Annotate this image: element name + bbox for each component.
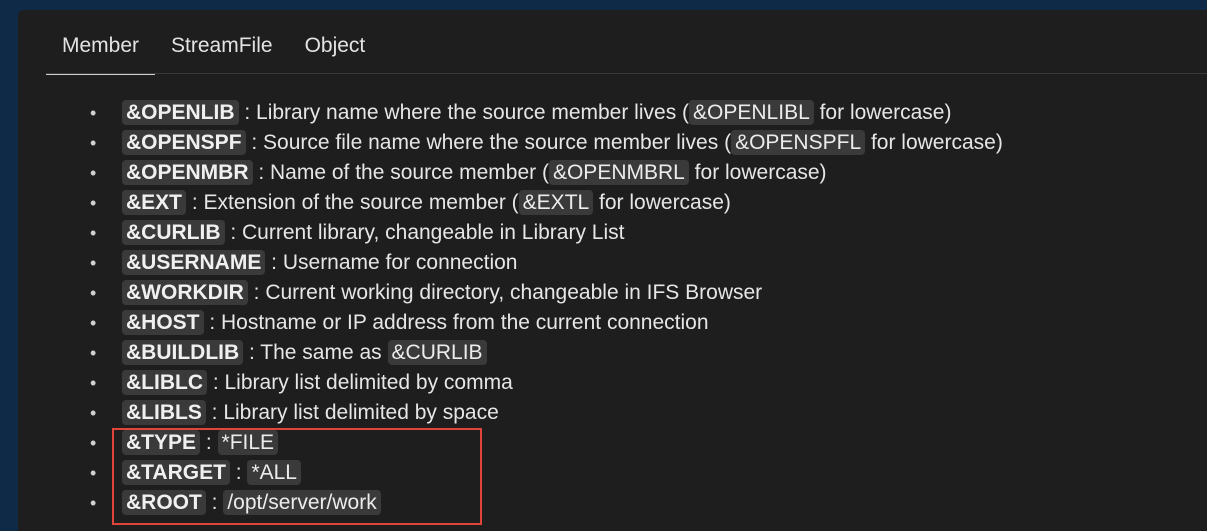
list-item: • &BUILDLIB : The same as &CURLIB	[18, 338, 1003, 368]
variable-description: : Current working directory, changeable …	[247, 281, 763, 304]
variable-description: : Hostname or IP address from the curren…	[203, 311, 709, 334]
variable-name: &WORKDIR	[122, 280, 248, 305]
list-item: • &LIBLC : Library list delimited by comm…	[18, 368, 1003, 398]
list-item: • &TYPE : *FILE	[18, 428, 1003, 458]
variable-description-suffix: for lowercase)	[688, 161, 827, 184]
tab-streamfile[interactable]: StreamFile	[155, 34, 289, 74]
bullet-icon: •	[90, 163, 97, 183]
variable-value: *ALL	[247, 460, 301, 485]
tab-member[interactable]: Member	[46, 34, 156, 75]
variable-value: &OPENSPFL	[731, 130, 866, 155]
variable-description: : Username for connection	[265, 251, 518, 274]
list-item: • &ROOT : /opt/server/work	[18, 488, 1003, 518]
variable-name: &CURLIB	[122, 220, 225, 245]
variable-description-suffix: for lowercase)	[593, 191, 731, 214]
bullet-icon: •	[90, 193, 97, 213]
variable-description: : Library list delimited by comma	[207, 371, 513, 394]
bullet-icon: •	[90, 493, 97, 513]
variable-value: *FILE	[217, 430, 279, 455]
list-item: • &OPENSPF : Source file name where the s…	[18, 128, 1003, 158]
variable-value: &OPENMBRL	[548, 160, 689, 185]
list-item: • &OPENMBR : Name of the source member (&…	[18, 158, 1003, 188]
variable-description: : The same as	[243, 341, 388, 364]
bullet-icon: •	[90, 373, 97, 393]
variable-name: &OPENMBR	[122, 160, 253, 185]
variable-name: &TYPE	[122, 430, 201, 455]
variable-name: &ROOT	[122, 490, 206, 515]
bullet-icon: •	[90, 463, 97, 483]
bullet-icon: •	[90, 343, 97, 363]
variable-value: &CURLIB	[387, 340, 487, 365]
variable-name: &BUILDLIB	[122, 340, 244, 365]
variable-description: : Library list delimited by space	[205, 401, 499, 424]
bullet-icon: •	[90, 253, 97, 273]
bullet-icon: •	[90, 103, 97, 123]
bullet-icon: •	[90, 133, 97, 153]
tab-bar: Member StreamFile Object	[46, 10, 382, 75]
variables-panel: Member StreamFile Object • &OPENLIB : Lib…	[18, 10, 1207, 531]
variable-name: &LIBLC	[122, 370, 207, 395]
bullet-icon: •	[90, 403, 97, 423]
variable-name: &USERNAME	[122, 250, 266, 275]
variable-description: :	[205, 491, 224, 514]
variable-description: :	[229, 461, 248, 484]
variable-name: &LIBLS	[122, 400, 206, 425]
variable-description: : Name of the source member (	[252, 161, 549, 184]
variable-name: &EXT	[122, 190, 187, 215]
variable-name: &OPENLIB	[122, 100, 239, 125]
variable-description: : Current library, changeable in Library…	[224, 221, 625, 244]
variable-description: : Library name where the source member l…	[238, 101, 690, 124]
variable-name: &TARGET	[122, 460, 230, 485]
variable-description: :	[200, 431, 218, 454]
list-item: • &TARGET : *ALL	[18, 458, 1003, 488]
list-item: • &HOST : Hostname or IP address from the…	[18, 308, 1003, 338]
variable-value: &OPENLIBL	[689, 100, 814, 125]
variable-description: : Source file name where the source memb…	[245, 131, 732, 154]
list-item: • &CURLIB : Current library, changeable i…	[18, 218, 1003, 248]
variable-list: • &OPENLIB : Library name where the sourc…	[18, 98, 1003, 518]
list-item: • &WORKDIR : Current working directory, c…	[18, 278, 1003, 308]
variable-description-suffix: for lowercase)	[813, 101, 952, 124]
list-item: • &EXT : Extension of the source member (…	[18, 188, 1003, 218]
tab-object[interactable]: Object	[289, 34, 382, 74]
bullet-icon: •	[90, 283, 97, 303]
bullet-icon: •	[90, 433, 97, 453]
list-item: • &USERNAME : Username for connection	[18, 248, 1003, 278]
bullet-icon: •	[90, 313, 97, 333]
variable-value: &EXTL	[518, 190, 594, 215]
variable-value: /opt/server/work	[223, 490, 381, 515]
variable-description: : Extension of the source member (	[186, 191, 519, 214]
list-item: • &LIBLS : Library list delimited by spac…	[18, 398, 1003, 428]
variable-name: &HOST	[122, 310, 204, 335]
list-item: • &OPENLIB : Library name where the sourc…	[18, 98, 1003, 128]
tab-divider	[46, 73, 1207, 74]
variable-description-suffix: for lowercase)	[865, 131, 1003, 154]
bullet-icon: •	[90, 223, 97, 243]
variable-name: &OPENSPF	[122, 130, 246, 155]
